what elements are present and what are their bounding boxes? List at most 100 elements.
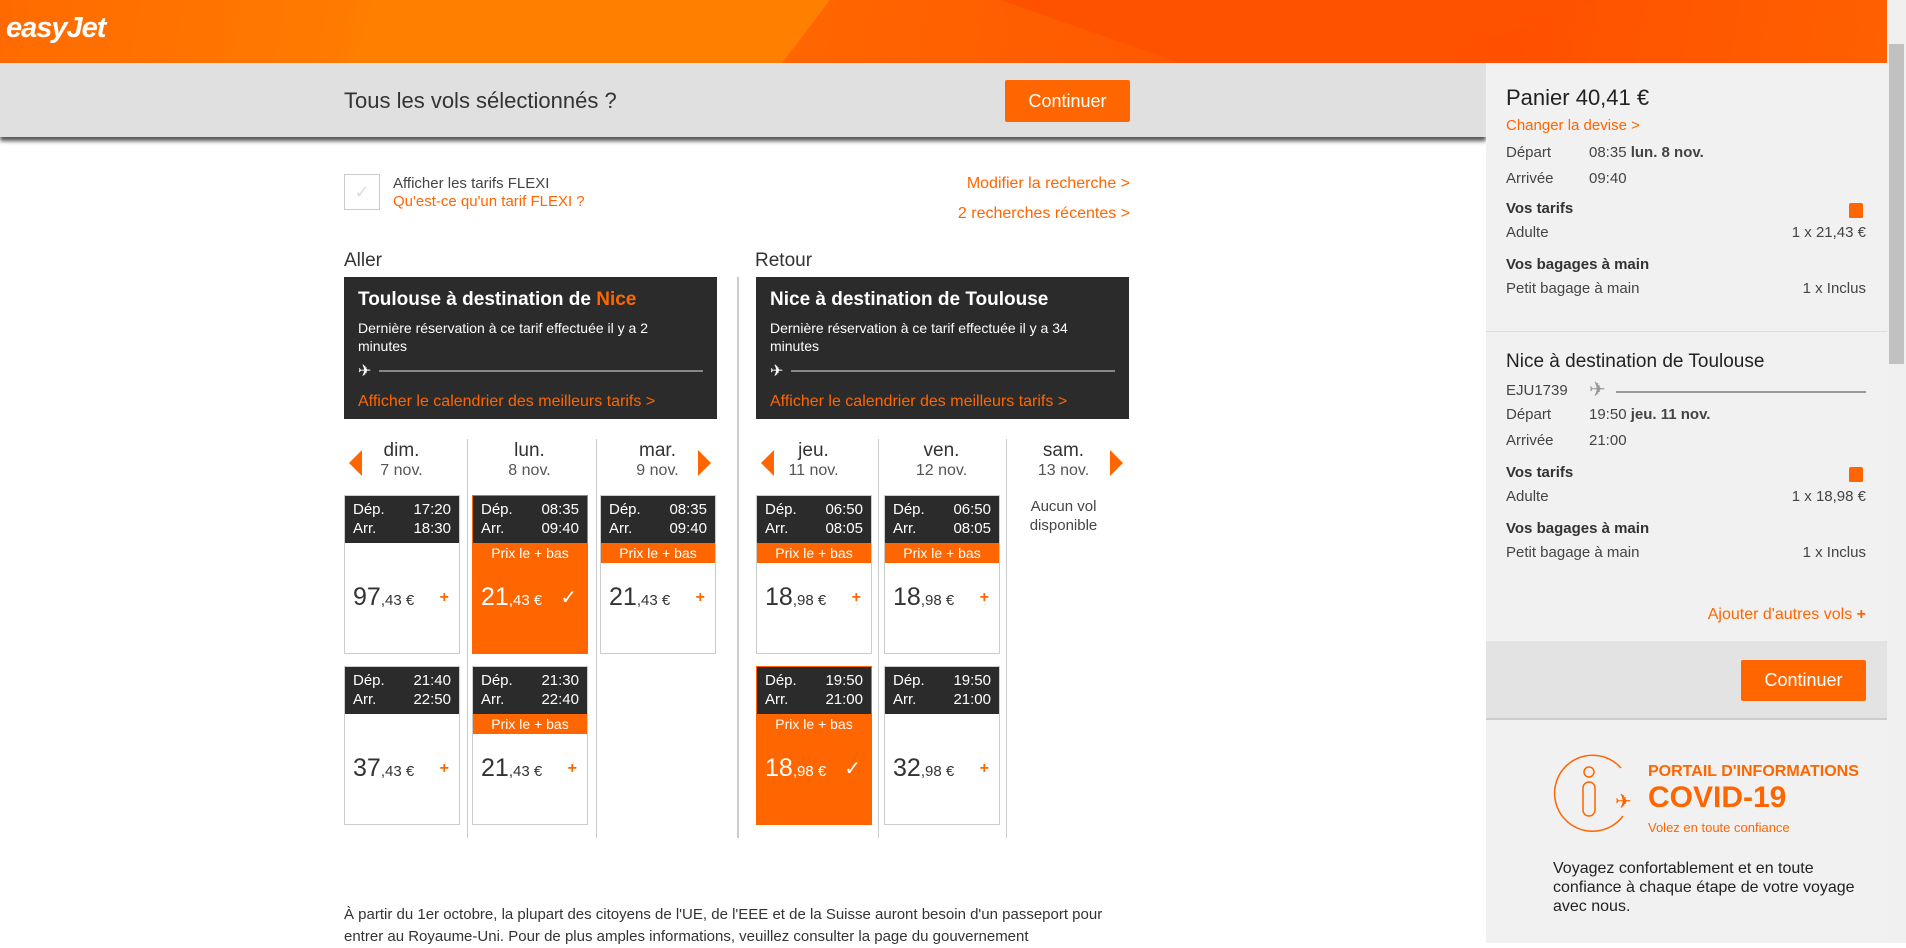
divider [596,439,597,838]
flight-card[interactable]: Dép. 19:50 Arr. 21:00 32,98 € + [884,666,1000,825]
flight-card[interactable]: Dép. 08:35 Arr. 09:40 Prix le + bas 21,43 … [472,495,588,654]
plus-icon[interactable]: + [980,589,989,607]
dep-label: Dép. [481,672,513,689]
dep-label: Dép. [353,672,385,689]
arr-time: 09:40 [541,520,579,537]
dep-time: 08:35 [541,501,579,518]
flight-card[interactable]: Dép. 19:50 Arr. 21:00 Prix le + bas 18,98 … [756,666,872,825]
day-header[interactable]: mar. 9 nov. [600,440,715,480]
plus-icon[interactable]: + [440,760,449,778]
dep-time: 06:50 [953,501,991,518]
price-integer: 18 [765,754,793,782]
flight-times: Dép. 08:35 Arr. 09:40 [473,496,587,543]
price-integer: 18 [893,583,921,611]
return-summary: Nice à destination de Toulouse Dernière … [756,277,1129,419]
last-booking: Dernière réservation à ce tarif effectué… [770,320,1068,354]
flight-card[interactable]: Dép. 21:40 Arr. 22:50 37,43 € + [344,666,460,825]
flight-times: Dép. 19:50 Arr. 21:00 [757,667,871,714]
lowest-price-badge: Prix le + bas [473,543,587,563]
covid-portal-heading: PORTAIL D'INFORMATIONS [1648,763,1859,780]
continue-button[interactable]: Continuer [1005,80,1130,122]
day-header[interactable]: jeu. 11 nov. [756,440,871,480]
covid-heading: COVID-19 [1648,781,1787,814]
dep-label: Dép. [893,672,925,689]
add-flights-link[interactable]: Ajouter d'autres vols + [1708,606,1866,624]
day-header[interactable]: lun. 8 nov. [472,440,587,480]
plus-icon[interactable]: + [440,589,449,607]
weekday: ven. [923,440,960,461]
flight-times: Dép. 21:40 Arr. 22:50 [345,667,459,714]
fares-heading: Vos tarifs [1506,464,1574,481]
arr-time: 09:40 [669,520,707,537]
price-integer: 32 [893,754,921,782]
day-header[interactable]: sam. 13 nov. [1006,440,1121,480]
arr-label: Arr. [765,520,789,537]
arr-time: 22:40 [541,691,579,708]
flight-times: Dép. 17:20 Arr. 18:30 [345,496,459,543]
route-line [1616,391,1866,393]
return-heading: Retour [755,250,813,271]
departure-date: lun. 8 nov. [1630,144,1704,161]
plus-icon[interactable]: + [980,760,989,778]
basket-continue-button[interactable]: Continuer [1741,660,1866,701]
weekday: mar. [639,440,676,461]
price-integer: 21 [481,754,509,782]
best-fares-calendar-link[interactable]: Afficher le calendrier des meilleurs tar… [770,393,1115,411]
arrival-label: Arrivée [1506,432,1554,449]
flight-card[interactable]: Dép. 08:35 Arr. 09:40 Prix le + bas 21,43 … [600,495,716,654]
flight-card[interactable]: Dép. 17:20 Arr. 18:30 97,43 € + [344,495,460,654]
plane-icon: ✈ [770,363,784,380]
day-header[interactable]: dim. 7 nov. [344,440,459,480]
flight-times: Dép. 08:35 Arr. 09:40 [601,496,715,543]
trash-icon[interactable] [1849,467,1863,482]
plus-icon[interactable]: + [568,760,577,778]
departure-time: 08:35 [1589,144,1627,161]
easyjet-logo[interactable]: easyJet [6,12,106,45]
flexi-help-link[interactable]: Qu'est-ce qu'un tarif FLEXI ? [393,193,585,210]
flight-times: Dép. 06:50 Arr. 08:05 [885,496,999,543]
best-fares-calendar-link[interactable]: Afficher le calendrier des meilleurs tar… [358,393,703,411]
modify-search-link[interactable]: Modifier la recherche > [967,175,1130,193]
header: easyJet [0,0,1887,63]
departure-label: Départ [1506,406,1552,423]
flight-card[interactable]: Dép. 06:50 Arr. 08:05 Prix le + bas 18,98 … [884,495,1000,654]
trash-icon[interactable] [1849,203,1863,218]
no-flights-message: Aucun vol disponible [1029,498,1098,534]
date: 7 nov. [380,462,423,479]
weekday: dim. [383,440,420,461]
price-decimal: ,43 € [508,592,543,609]
date: 9 nov. [636,462,679,479]
day-header[interactable]: ven. 12 nov. [884,440,999,480]
flexi-checkbox[interactable]: ✓ [344,174,380,210]
price-decimal: ,98 € [792,763,827,780]
flight-times: Dép. 21:30 Arr. 22:40 [473,667,587,714]
flight-card[interactable]: Dép. 06:50 Arr. 08:05 Prix le + bas 18,98 … [756,495,872,654]
return-flight-title: Nice à destination de Toulouse [1506,351,1765,372]
price-decimal: ,43 € [380,763,415,780]
flight-card[interactable]: Dép. 21:30 Arr. 22:40 Prix le + bas 21,43 … [472,666,588,825]
arr-label: Arr. [353,520,377,537]
dep-label: Dép. [353,501,385,518]
flexi-label: Afficher les tarifs FLEXI [393,175,550,192]
change-currency-link[interactable]: Changer la devise > [1506,117,1640,134]
scrollbar-thumb[interactable] [1889,44,1904,364]
price: 18,98 € + [757,583,871,612]
add-flights-label: Ajouter d'autres vols [1707,606,1853,623]
check-icon: ✓ [844,758,861,780]
dep-time: 19:50 [825,672,863,689]
plus-icon[interactable]: + [696,589,705,607]
passenger-type: Adulte [1506,488,1549,505]
flight-number: EJU1739 [1506,382,1568,399]
date: 11 nov. [788,462,839,479]
lowest-price-badge: Prix le + bas [757,543,871,563]
price-integer: 21 [481,583,509,611]
dep-label: Dép. [765,501,797,518]
bag-qty: 1 x Inclus [1802,544,1866,561]
plus-icon[interactable]: + [852,589,861,607]
date: 12 nov. [915,462,968,479]
date: 13 nov. [1037,462,1090,479]
bag-type: Petit bagage à main [1506,544,1640,561]
covid-tagline: Volez en toute confiance [1648,820,1790,835]
outbound-destination: Nice [596,289,637,310]
recent-searches-link[interactable]: 2 recherches récentes > [958,205,1130,223]
